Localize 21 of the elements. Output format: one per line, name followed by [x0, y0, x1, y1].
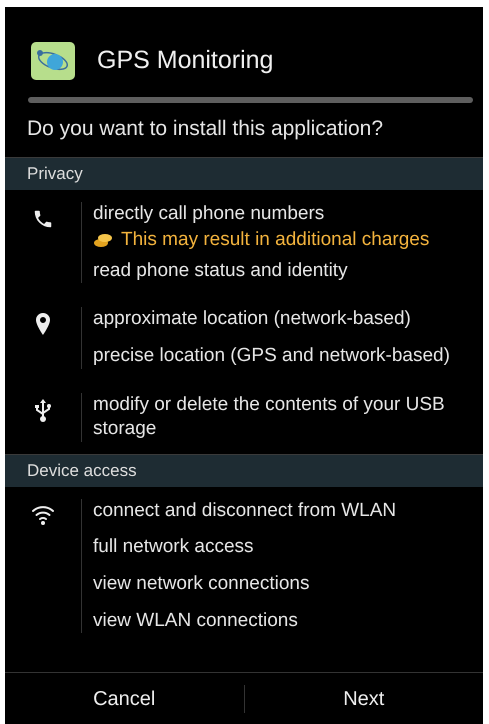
dialog-button[interactable]: Cancel — [5, 673, 244, 724]
dialog-button[interactable]: Next — [244, 673, 483, 724]
permission-text: precise location (GPS and network-based) — [93, 344, 450, 368]
wifi-icon — [32, 504, 54, 525]
usb-icon — [34, 398, 52, 423]
charges-warning: This may result in additional charges — [121, 228, 430, 252]
install-question: Do you want to install this application? — [26, 116, 384, 142]
location-pin-icon — [35, 313, 51, 336]
app-title: GPS Monitoring — [97, 45, 274, 76]
permission-text: connect and disconnect from WLAN — [93, 498, 396, 523]
section-header: Privacy — [5, 157, 483, 190]
permission-text: read phone status and identity — [93, 258, 349, 283]
app-icon — [31, 42, 75, 80]
permission-text: approximate location (network-based) — [93, 307, 412, 332]
permission-text: view network connections — [93, 572, 310, 596]
permission-text: directly call phone numbers — [93, 202, 326, 226]
coins-icon — [93, 232, 113, 248]
permission-text: view WLAN connections — [93, 608, 299, 633]
permission-text: full network access — [93, 535, 255, 560]
section-header: Device access — [5, 454, 483, 487]
permission-text: modify or delete the contents of your USB storage — [93, 392, 446, 442]
